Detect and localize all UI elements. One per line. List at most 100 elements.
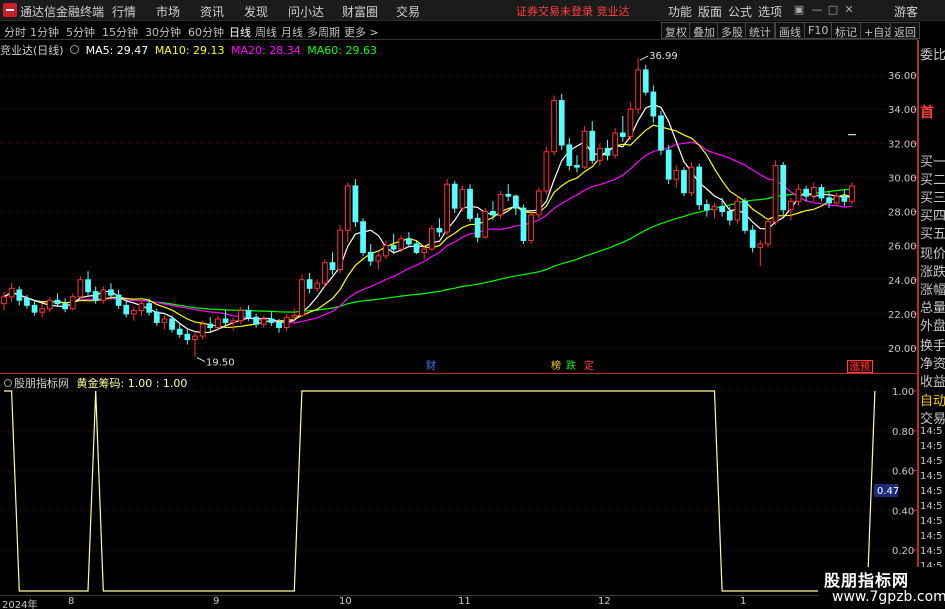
- f10-button[interactable]: F10: [804, 22, 833, 39]
- price-tick-label: 32.00: [888, 139, 917, 150]
- date-axis: 2024年 8 9 10 11 12 1: [0, 595, 918, 609]
- ma20-path: [3, 141, 853, 324]
- outer-volume-label: 外盘: [920, 319, 945, 334]
- value-marker: 0.47: [877, 486, 899, 497]
- ma20-line: [3, 141, 853, 324]
- event-tag-list[interactable]: 榜: [549, 360, 563, 373]
- menu-quotes[interactable]: 行情: [112, 3, 136, 20]
- candles: [1, 58, 855, 357]
- maximize-icon[interactable]: □: [826, 3, 840, 17]
- high-pointer: [639, 55, 649, 61]
- candle-body: [199, 323, 206, 337]
- candle-body: [619, 132, 626, 137]
- multi-stock-button[interactable]: 多股: [717, 22, 747, 39]
- candlestick-chart[interactable]: 20.00 22.00 24.00 26.00 28.00 30.00 32.00 34.00…: [0, 40, 945, 375]
- menu-layout[interactable]: 版面: [698, 3, 722, 20]
- auto-label[interactable]: 自动: [920, 390, 945, 409]
- menu-market[interactable]: 市场: [156, 3, 180, 20]
- tick-time: 14:5: [920, 486, 943, 497]
- candle-body: [406, 238, 412, 245]
- tick-time: 14:5: [920, 471, 943, 482]
- tick-time: 14:5: [920, 501, 943, 512]
- candle-body: [46, 299, 53, 310]
- login-alert[interactable]: 证券交易未登录 竞业达: [516, 3, 630, 19]
- candle-body: [69, 296, 76, 310]
- panel-first-label: 首: [920, 105, 934, 121]
- event-tag-fall[interactable]: 跌: [564, 360, 578, 373]
- indicator-tick-label: 0.40: [892, 506, 914, 517]
- tab-daily[interactable]: 日线: [229, 24, 251, 40]
- indicator-grid: [0, 390, 918, 551]
- trade-label[interactable]: 交易: [920, 408, 945, 427]
- indicator-tick-label: 0.60: [892, 467, 914, 478]
- candle-body: [390, 245, 397, 250]
- skin-icon[interactable]: ▣: [792, 3, 806, 17]
- candle-body: [512, 195, 519, 209]
- tab-15min[interactable]: 15分钟: [102, 24, 138, 40]
- tick-time: 14:5: [920, 456, 943, 467]
- tab-weekly[interactable]: 周线: [255, 24, 277, 40]
- candle-body: [329, 262, 336, 271]
- menu-ask[interactable]: 问小达: [288, 3, 324, 20]
- date-label: 8: [68, 596, 75, 607]
- buy5-label: 买五: [920, 227, 945, 242]
- candle-body: [344, 185, 351, 231]
- candle-body: [153, 311, 160, 323]
- candle-body: [207, 323, 214, 329]
- tab-60min[interactable]: 60分钟: [188, 24, 224, 40]
- price-tick-label: 22.00: [888, 310, 917, 321]
- date-label: 9: [213, 596, 220, 607]
- candle-body: [8, 287, 15, 298]
- tab-30min[interactable]: 30分钟: [145, 24, 181, 40]
- tab-monthly[interactable]: 月线: [281, 24, 303, 40]
- candle-body: [726, 211, 733, 221]
- candle-body: [642, 69, 649, 93]
- watermark: 股朋指标网 www.7gpzb.com: [818, 567, 945, 609]
- stats-button[interactable]: 统计: [745, 22, 775, 39]
- event-tag-fixed[interactable]: 定: [582, 360, 596, 373]
- chart-grid: [0, 74, 918, 349]
- buy3-label: 买三: [920, 191, 945, 206]
- tab-5min[interactable]: 5分钟: [66, 24, 95, 40]
- tab-more[interactable]: 更多 >: [344, 24, 379, 40]
- candle-body: [62, 303, 68, 310]
- candle-body: [54, 299, 61, 305]
- minimize-icon[interactable]: —: [810, 3, 824, 17]
- candle-body: [24, 298, 30, 306]
- event-tag-rise-forecast[interactable]: 涨预: [847, 360, 873, 373]
- tick-time: 14:5: [920, 546, 943, 557]
- candle-body: [826, 197, 832, 204]
- candle-body: [604, 147, 611, 156]
- candle-body: [688, 166, 695, 194]
- candle-body: [352, 185, 359, 223]
- candle-body: [31, 304, 38, 313]
- menu-functions[interactable]: 功能: [668, 3, 692, 20]
- back-button[interactable]: 返回: [890, 22, 920, 39]
- price-tick-label: 34.00: [888, 105, 917, 116]
- change-pct-label: 涨幅: [920, 283, 945, 298]
- candle-body: [428, 228, 435, 250]
- candle-body: [803, 188, 810, 197]
- adjust-button[interactable]: 复权: [661, 22, 691, 39]
- guest-label[interactable]: 游客: [894, 3, 918, 20]
- tab-multi-period[interactable]: 多周期: [307, 24, 340, 40]
- candle-body: [589, 130, 596, 161]
- candle-body: [627, 108, 634, 137]
- menu-trade[interactable]: 交易: [396, 3, 420, 20]
- tab-intraday[interactable]: 分时: [4, 24, 26, 40]
- menu-news[interactable]: 资讯: [200, 3, 224, 20]
- candle-body: [215, 318, 221, 329]
- mark-button[interactable]: 标记: [831, 22, 861, 39]
- menu-discover[interactable]: 发现: [244, 3, 268, 20]
- tab-1min[interactable]: 1分钟: [30, 24, 59, 40]
- quote-side-panel: 委比 首 买一 买二 买三 买四 买五 现价 涨跌 涨幅 总量 外盘 换手 净资…: [918, 40, 945, 609]
- menu-formula[interactable]: 公式: [728, 3, 752, 20]
- overlay-button[interactable]: 叠加: [689, 22, 719, 39]
- candle-body: [505, 193, 512, 197]
- draw-button[interactable]: 画线: [775, 22, 805, 39]
- menu-wealth[interactable]: 财富圈: [342, 3, 378, 20]
- candle-body: [161, 318, 168, 323]
- event-tag-finance[interactable]: 财: [424, 360, 438, 373]
- menu-options[interactable]: 选项: [758, 3, 782, 20]
- close-icon[interactable]: ✕: [842, 3, 856, 17]
